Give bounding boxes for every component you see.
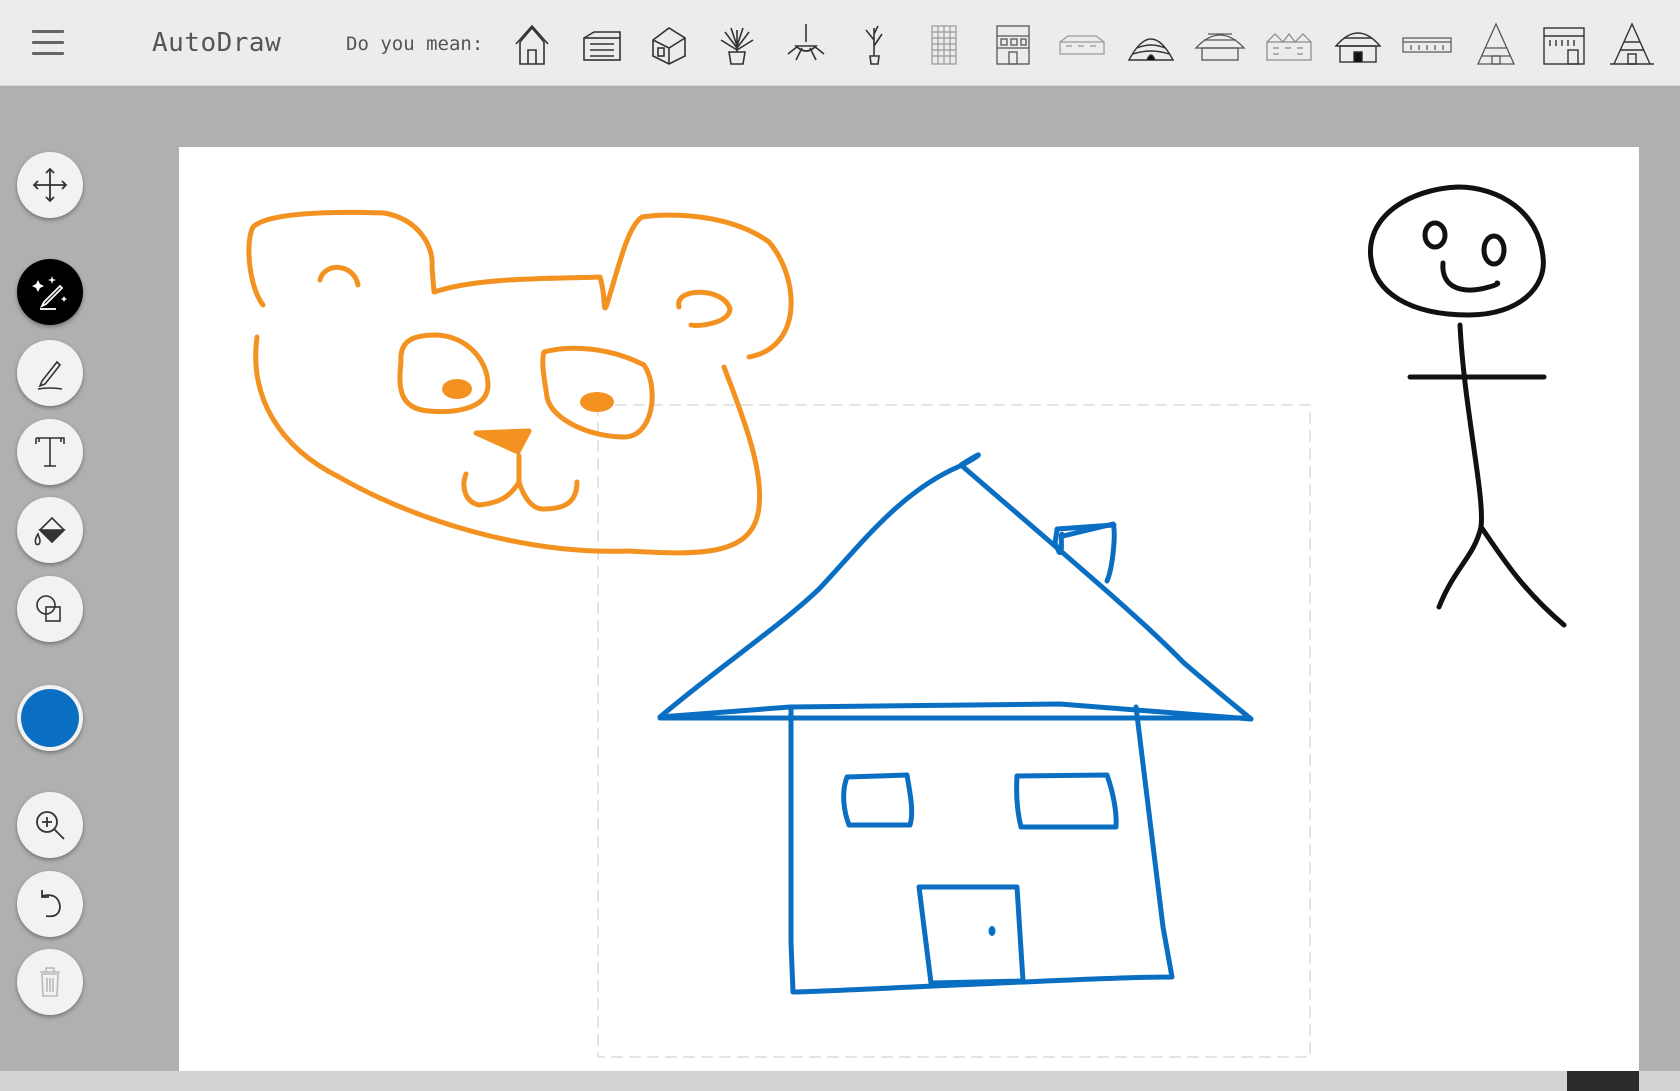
shape-tool-button[interactable] (17, 576, 83, 642)
top-bar: AutoDraw Do you mean: (0, 0, 1680, 86)
zoom-in-icon (36, 811, 65, 840)
suggestion-long-house-icon[interactable] (1054, 18, 1110, 70)
stick-figure-drawing[interactable] (1368, 184, 1567, 628)
suggestion-hut-house-icon[interactable] (504, 18, 560, 70)
suggestions-label: Do you mean: (346, 33, 484, 55)
autodraw-sparkle-pencil-icon (32, 276, 67, 310)
shapes-icon (36, 595, 61, 622)
suggestion-cube-house-icon[interactable] (641, 18, 697, 70)
suggestion-tent-icon[interactable] (1468, 18, 1524, 70)
suggestion-apartment-building-icon[interactable] (985, 18, 1041, 70)
undo-button[interactable] (17, 871, 83, 937)
hamburger-menu-icon[interactable] (30, 26, 66, 60)
move-arrows-icon (32, 167, 68, 203)
suggestion-hanging-plant-icon[interactable] (778, 18, 834, 70)
fill-tool-button[interactable] (17, 497, 83, 563)
drawing-canvas[interactable] (179, 147, 1639, 1071)
suggestion-mailbox-icon[interactable] (574, 18, 630, 70)
app-title: AutoDraw (152, 28, 282, 58)
trash-icon (40, 967, 60, 997)
draw-tool-button[interactable] (17, 340, 83, 406)
suggestion-row-houses-icon[interactable] (1261, 18, 1317, 70)
suggestion-potted-plant-icon[interactable] (709, 18, 765, 70)
suggestion-round-hut-icon[interactable] (1123, 18, 1179, 70)
suggestion-wide-hut-icon[interactable] (1192, 18, 1248, 70)
text-tool-button[interactable] (17, 419, 83, 485)
delete-button[interactable] (17, 949, 83, 1015)
paint-bucket-icon (34, 516, 66, 546)
pencil-icon (37, 360, 63, 390)
suggestion-a-frame-icon[interactable] (1604, 18, 1660, 70)
zoom-tool-button[interactable] (17, 792, 83, 858)
text-t-icon (35, 437, 65, 467)
select-tool-button[interactable] (17, 152, 83, 218)
suggestion-tall-plant-icon[interactable] (846, 18, 902, 70)
bear-face-drawing[interactable] (246, 209, 794, 556)
current-color-swatch (21, 689, 79, 747)
suggestion-tall-building-icon[interactable] (916, 18, 972, 70)
color-picker-button[interactable] (17, 685, 83, 751)
undo-icon (41, 890, 61, 918)
corner-action-button[interactable] (1567, 1071, 1639, 1091)
suggestion-flat-building-icon[interactable] (1399, 18, 1455, 70)
suggestion-cottage-icon[interactable] (1330, 18, 1386, 70)
selection-box (597, 404, 1311, 1058)
bottom-scroll-strip (0, 1071, 1680, 1091)
autodraw-tool-button[interactable] (17, 259, 83, 325)
suggestion-storefront-icon[interactable] (1536, 18, 1592, 70)
